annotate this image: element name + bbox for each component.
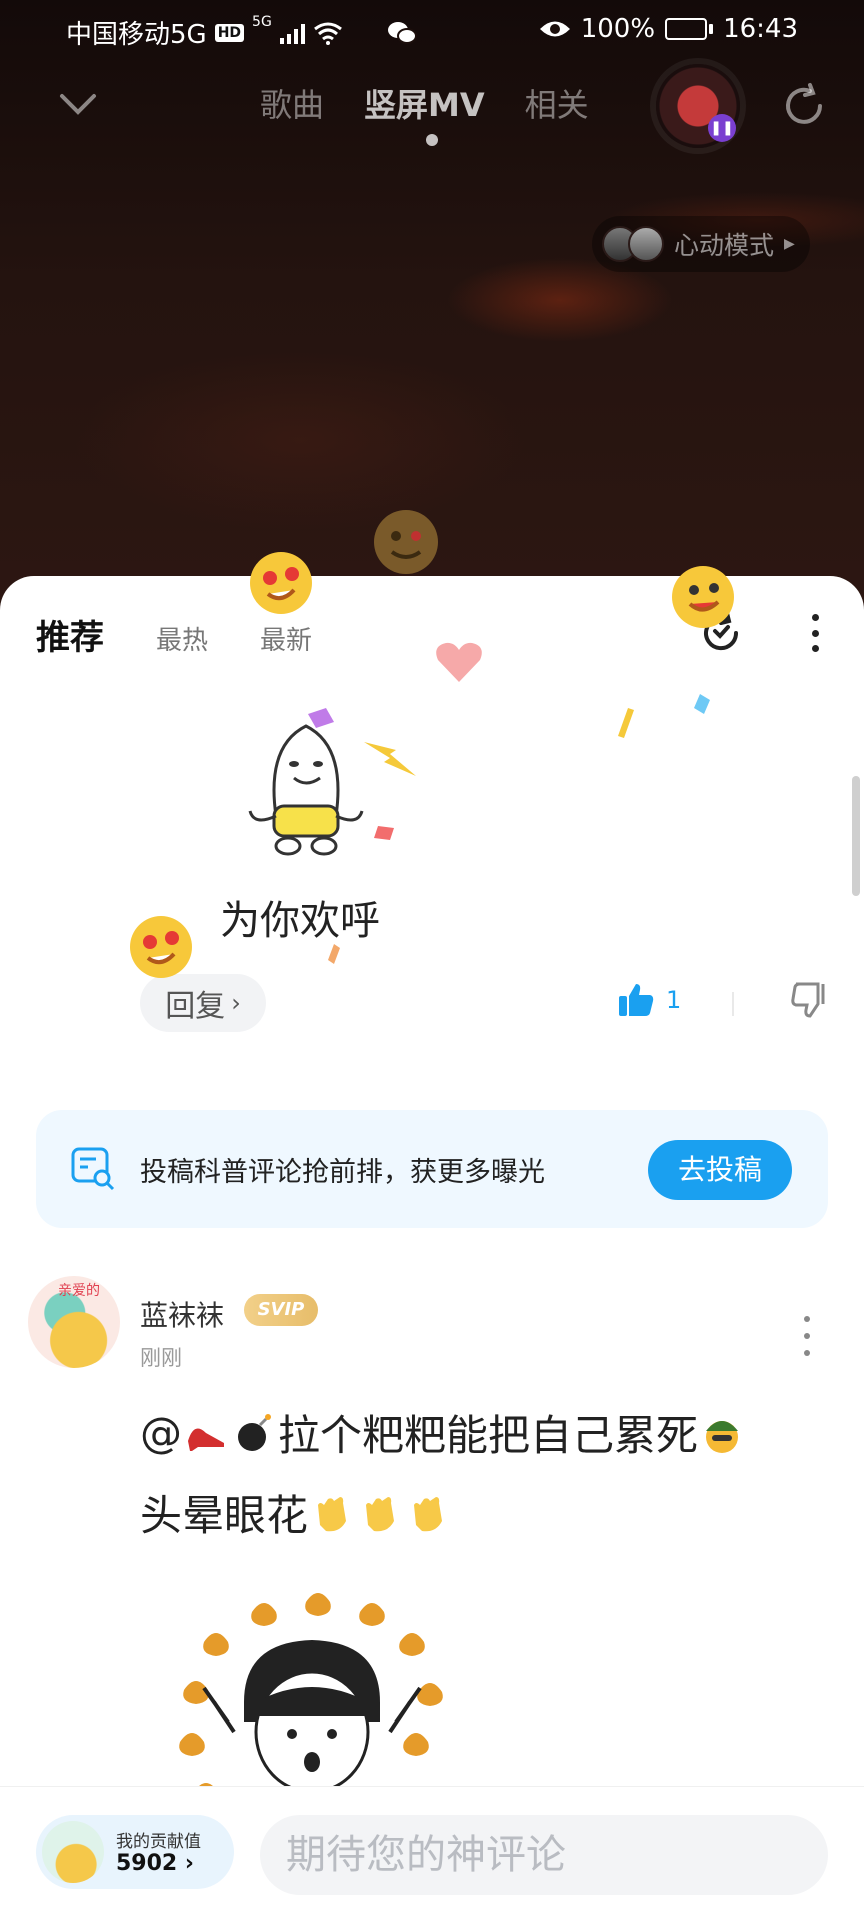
mv-tabs: 歌曲 竖屏MV 相关: [260, 80, 589, 126]
pause-icon[interactable]: ❚❚: [708, 114, 736, 142]
comment-text-1: 拉个粑粑能把自己累死: [278, 1411, 699, 1460]
divider: [732, 992, 734, 1016]
hd-badge: HD: [214, 23, 245, 42]
signal-icon: [279, 22, 305, 44]
confetti-icon: [374, 826, 394, 840]
sort-tabs: 推荐 最热 最新: [36, 610, 312, 659]
floating-emoji-icon: [374, 510, 438, 574]
tab-vertical-mv[interactable]: 竖屏MV: [364, 80, 485, 126]
wechat-icon: [387, 21, 417, 44]
thumbs-up-icon: [619, 984, 654, 1016]
play-arrow-icon: ▶: [784, 236, 795, 252]
thumbs-down-icon[interactable]: [790, 980, 830, 1020]
floating-emoji-icon: [250, 552, 312, 614]
floating-emoji-icon: [130, 916, 192, 978]
like-count: 1: [666, 986, 682, 1014]
comment-time: 刚刚: [140, 1346, 182, 1370]
mention-symbol: @: [140, 1408, 182, 1457]
high-heel-icon: [188, 1428, 224, 1451]
avatar: [42, 1821, 104, 1883]
bomb-icon: [238, 1413, 271, 1451]
tab-hottest[interactable]: 最热: [156, 620, 208, 657]
comment-more-icon[interactable]: [800, 1316, 814, 1356]
post-search-icon: [71, 1147, 115, 1191]
confetti-icon: [328, 944, 340, 964]
svip-badge: SVIP: [244, 1294, 318, 1326]
banner-text: 投稿科普评论抢前排，获更多曝光: [140, 1157, 545, 1188]
wifi-icon: [313, 22, 342, 45]
refresh-icon[interactable]: [780, 82, 828, 130]
album-disc[interactable]: ❚❚: [656, 64, 740, 148]
lightning-icon: [364, 742, 416, 776]
comment-input[interactable]: 期待您的神评论: [260, 1815, 828, 1895]
tab-songs[interactable]: 歌曲: [260, 80, 324, 126]
reply-label: 回复: [165, 989, 226, 1024]
network-label: 5G: [252, 14, 272, 30]
tab-recommended[interactable]: 推荐: [36, 610, 104, 659]
battery-icon: [665, 18, 714, 40]
bottom-bar: 我的贡献值 5902 › 期待您的神评论: [0, 1786, 864, 1920]
floating-emoji-icon: [672, 566, 734, 628]
cheering-sticker: [248, 724, 364, 856]
username[interactable]: 蓝袜袜: [140, 1294, 224, 1334]
submit-banner: 投稿科普评论抢前排，获更多曝光 去投稿: [36, 1110, 828, 1228]
clapping-hands-icon: [414, 1496, 443, 1531]
like-button[interactable]: 1: [616, 980, 681, 1020]
sticker-caption: 为你欢呼: [220, 898, 380, 944]
contribution-value: 5902 ›: [116, 1851, 194, 1876]
confetti-icon: [618, 708, 634, 738]
chevron-right-icon: ›: [184, 1851, 194, 1876]
tab-newest[interactable]: 最新: [260, 620, 312, 657]
carrier-label: 中国移动5G: [66, 20, 207, 50]
reply-button[interactable]: 回复 ›: [140, 974, 266, 1032]
clapping-hands-icon: [318, 1496, 347, 1531]
heart-mode-label: 心动模式: [674, 231, 775, 260]
battery-percent: 100%: [580, 14, 656, 44]
tab-related[interactable]: 相关: [525, 80, 589, 126]
status-bar: 中国移动5G HD 5G 100% 16:43: [0, 0, 864, 60]
clapping-hands-icon: [366, 1496, 395, 1531]
chevron-right-icon: ›: [231, 989, 241, 1017]
avatar-text: 亲爱的: [58, 1283, 100, 1299]
scrollbar[interactable]: [852, 776, 860, 896]
submit-button[interactable]: 去投稿: [648, 1140, 792, 1200]
comment-text-line2: 头晕眼花: [140, 1482, 452, 1543]
helmet-face-icon: [706, 1420, 739, 1453]
heart-mode-avatars: [602, 226, 664, 262]
comments-sheet: 推荐 最热 最新 为你欢呼 回复 › 1 投稿科普评论抢前排，获更多曝光 去投稿…: [0, 576, 864, 1920]
heart-icon: [436, 642, 482, 682]
comment-text-2: 头晕眼花: [140, 1491, 309, 1540]
eye-icon: [539, 21, 570, 37]
tab-indicator: [426, 134, 438, 146]
heart-mode-button[interactable]: 心动模式 ▶: [592, 216, 810, 272]
poop-ring-sticker: [179, 1593, 443, 1800]
comment-text-line1: @ 拉个粑粑能把自己累死: [140, 1402, 746, 1463]
clock: 16:43: [723, 14, 798, 44]
confetti-icon: [308, 708, 334, 728]
chevron-down-icon[interactable]: [58, 90, 98, 120]
contribution-button[interactable]: 我的贡献值 5902 ›: [36, 1815, 234, 1889]
avatar[interactable]: 亲爱的: [28, 1276, 120, 1368]
contribution-label: 我的贡献值: [116, 1832, 201, 1852]
confetti-icon: [694, 694, 710, 714]
mv-header: 歌曲 竖屏MV 相关 ❚❚: [0, 60, 864, 160]
more-icon[interactable]: [800, 610, 830, 656]
